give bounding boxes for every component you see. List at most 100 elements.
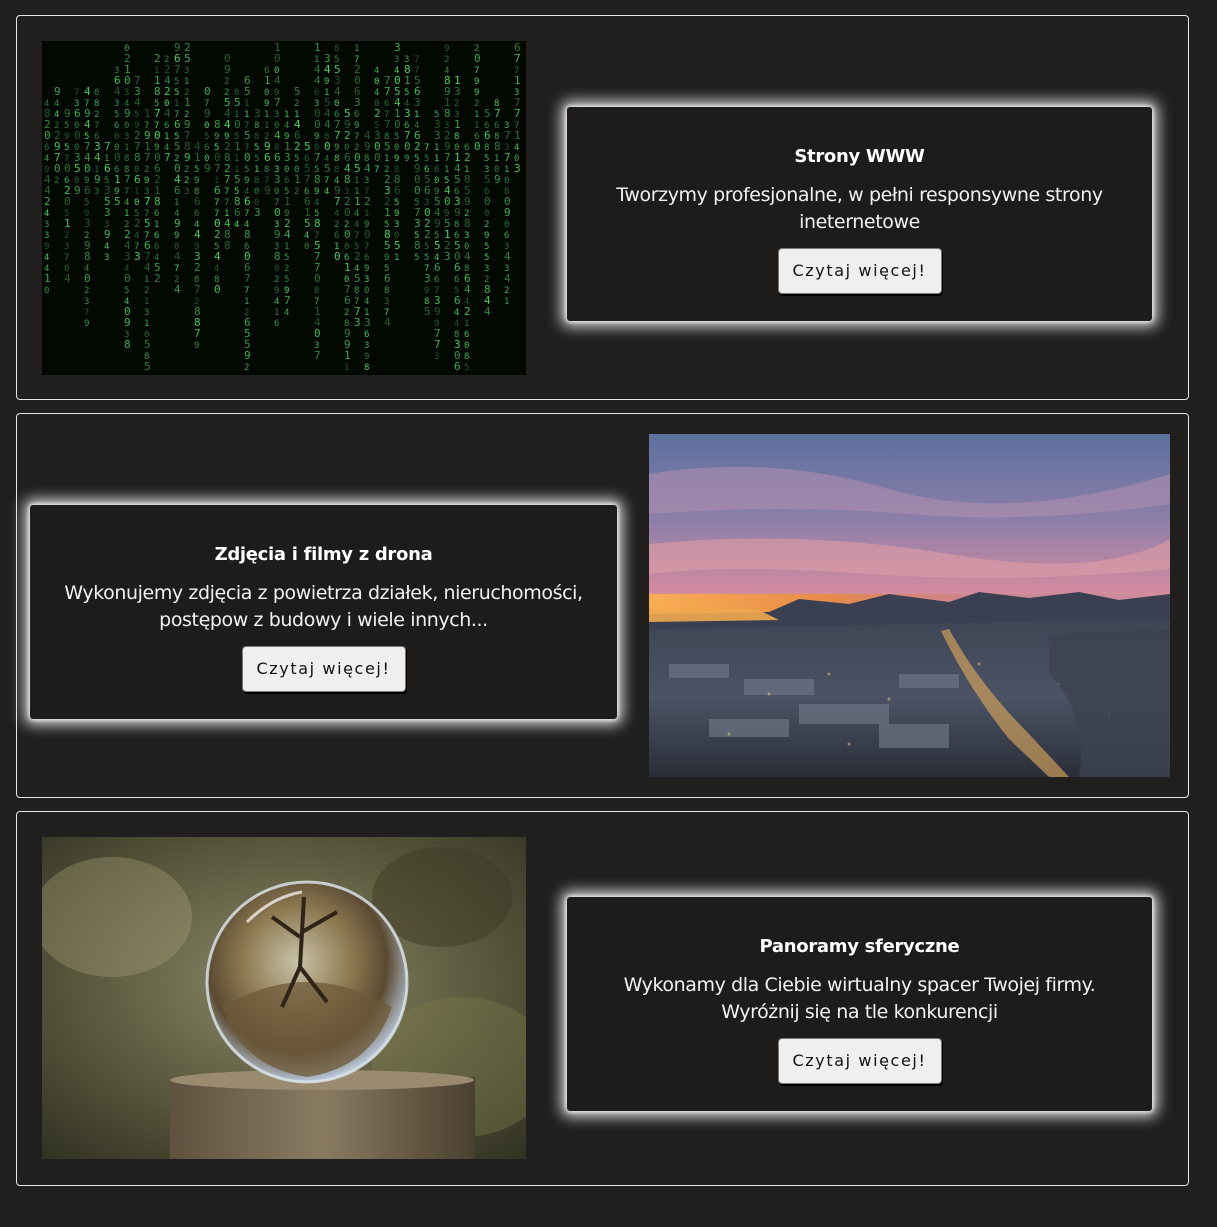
svg-text:9: 9 — [194, 341, 199, 351]
svg-text:0: 0 — [274, 264, 279, 274]
svg-text:7: 7 — [414, 55, 419, 65]
svg-text:0: 0 — [44, 129, 51, 142]
svg-text:3: 3 — [394, 55, 399, 65]
svg-text:5: 5 — [234, 173, 241, 186]
svg-text:2: 2 — [144, 286, 149, 296]
svg-text:7: 7 — [224, 187, 229, 197]
svg-text:8: 8 — [154, 85, 161, 98]
svg-text:2: 2 — [484, 220, 489, 230]
svg-text:9: 9 — [94, 173, 101, 186]
svg-text:4: 4 — [374, 66, 379, 76]
svg-text:0: 0 — [154, 129, 161, 142]
svg-text:5: 5 — [454, 173, 461, 186]
svg-text:9: 9 — [74, 184, 81, 197]
svg-text:9: 9 — [64, 107, 71, 120]
svg-text:5: 5 — [144, 360, 151, 373]
svg-text:8: 8 — [134, 151, 141, 164]
svg-text:6: 6 — [274, 319, 279, 329]
svg-text:6: 6 — [454, 275, 459, 285]
svg-text:1: 1 — [154, 220, 159, 230]
svg-text:3: 3 — [254, 107, 261, 120]
svg-text:9: 9 — [144, 176, 149, 186]
svg-text:7: 7 — [244, 209, 249, 219]
svg-text:3: 3 — [484, 264, 489, 274]
svg-text:1: 1 — [344, 363, 349, 373]
svg-text:8: 8 — [254, 132, 259, 142]
svg-text:8: 8 — [314, 286, 319, 296]
svg-text:1: 1 — [234, 154, 239, 164]
svg-text:6: 6 — [394, 184, 401, 197]
svg-text:6: 6 — [204, 143, 209, 153]
svg-text:4: 4 — [334, 209, 339, 219]
svg-text:7: 7 — [244, 286, 249, 296]
svg-text:4: 4 — [324, 118, 331, 131]
svg-text:4: 4 — [44, 253, 49, 263]
svg-text:0: 0 — [84, 162, 91, 175]
svg-text:4: 4 — [64, 272, 71, 285]
svg-text:2: 2 — [54, 176, 59, 186]
svg-text:9: 9 — [124, 316, 131, 329]
svg-text:1: 1 — [284, 242, 289, 252]
svg-text:7: 7 — [224, 173, 231, 186]
svg-text:0: 0 — [334, 99, 339, 109]
svg-text:2: 2 — [294, 140, 301, 153]
matrix-code-image: 4820649442433944109442297029595706205123… — [42, 41, 526, 375]
svg-text:8: 8 — [334, 154, 339, 164]
read-more-button[interactable]: Czytaj więcej! — [241, 646, 406, 692]
svg-text:1: 1 — [134, 187, 139, 197]
svg-text:9: 9 — [264, 99, 269, 109]
svg-text:9: 9 — [204, 107, 211, 120]
svg-text:2: 2 — [244, 363, 249, 373]
svg-text:1: 1 — [364, 209, 369, 219]
svg-text:0: 0 — [324, 140, 331, 153]
svg-text:3: 3 — [364, 275, 369, 285]
svg-text:9: 9 — [204, 162, 211, 175]
svg-text:3: 3 — [254, 206, 261, 219]
svg-text:0: 0 — [244, 151, 251, 164]
svg-text:7: 7 — [124, 173, 131, 186]
svg-text:1: 1 — [234, 140, 241, 153]
svg-text:6: 6 — [454, 294, 461, 307]
svg-text:5: 5 — [284, 275, 289, 285]
svg-text:9: 9 — [84, 319, 89, 329]
svg-text:0: 0 — [484, 195, 491, 208]
svg-text:7: 7 — [284, 294, 291, 307]
svg-text:8: 8 — [264, 165, 269, 175]
svg-text:4: 4 — [134, 96, 141, 109]
service-card-drone: Zdjęcia i filmy z drona Wykonujemy zdjęc… — [30, 505, 617, 719]
read-more-button[interactable]: Czytaj więcej! — [777, 248, 942, 294]
svg-text:0: 0 — [134, 198, 139, 208]
svg-text:0: 0 — [444, 195, 451, 208]
svg-text:9: 9 — [194, 176, 199, 186]
svg-text:7: 7 — [474, 66, 479, 76]
svg-text:0: 0 — [264, 88, 269, 98]
svg-text:6: 6 — [494, 121, 499, 131]
svg-text:8: 8 — [124, 338, 131, 351]
svg-text:4: 4 — [484, 305, 491, 318]
svg-text:0: 0 — [334, 250, 341, 263]
svg-text:3: 3 — [414, 217, 421, 230]
svg-text:1: 1 — [164, 132, 169, 142]
svg-text:2: 2 — [444, 55, 449, 65]
svg-text:9: 9 — [384, 253, 389, 263]
svg-text:2: 2 — [454, 99, 459, 109]
svg-text:0: 0 — [84, 272, 91, 285]
svg-text:9: 9 — [174, 217, 181, 230]
read-more-button[interactable]: Czytaj więcej! — [777, 1038, 942, 1084]
svg-text:6: 6 — [344, 294, 351, 307]
svg-text:5: 5 — [194, 165, 199, 175]
svg-text:1: 1 — [184, 96, 191, 109]
svg-text:8: 8 — [224, 239, 231, 252]
svg-text:3: 3 — [364, 316, 371, 329]
svg-text:2: 2 — [164, 85, 171, 98]
svg-text:1: 1 — [344, 261, 351, 274]
svg-text:5: 5 — [294, 85, 301, 98]
svg-text:4: 4 — [464, 283, 471, 296]
svg-text:9: 9 — [464, 195, 471, 208]
svg-text:5: 5 — [144, 338, 151, 351]
svg-text:1: 1 — [244, 110, 249, 120]
svg-text:4: 4 — [84, 85, 91, 98]
svg-text:6: 6 — [154, 231, 159, 241]
svg-text:0: 0 — [234, 118, 241, 131]
svg-text:5: 5 — [64, 143, 69, 153]
